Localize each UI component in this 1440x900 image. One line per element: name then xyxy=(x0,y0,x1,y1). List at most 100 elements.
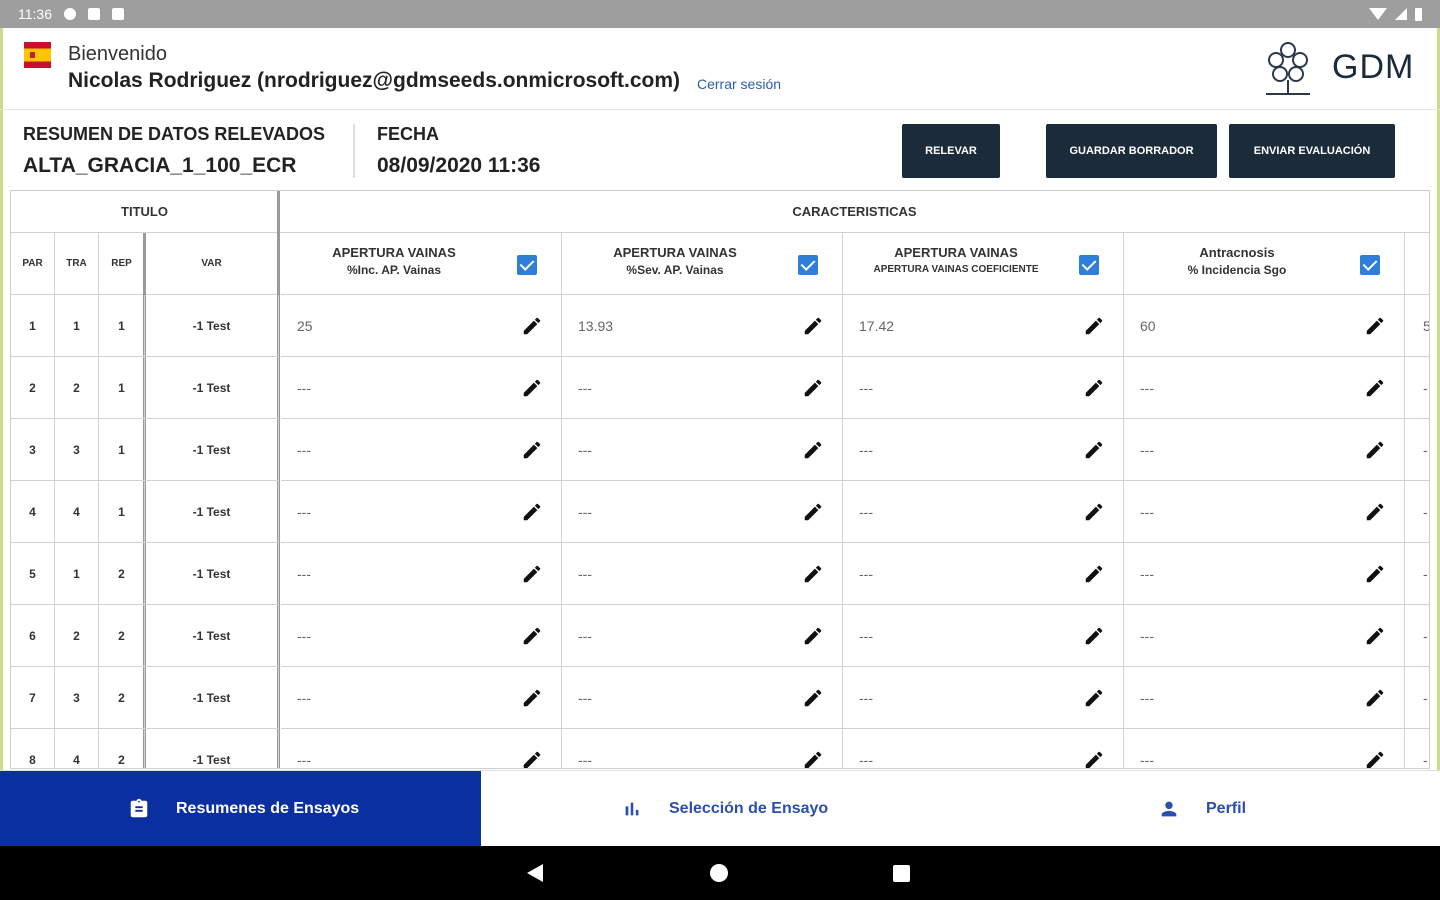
value-cell[interactable]: --- xyxy=(281,481,562,543)
value-cell[interactable]: 60 xyxy=(1124,295,1405,357)
edit-icon[interactable] xyxy=(802,315,824,337)
value-cell[interactable]: --- xyxy=(1124,605,1405,667)
edit-icon[interactable] xyxy=(802,377,824,399)
edit-icon[interactable] xyxy=(521,563,543,585)
edit-icon[interactable] xyxy=(521,625,543,647)
edit-icon[interactable] xyxy=(521,315,543,337)
value-cell[interactable]: --- xyxy=(281,419,562,481)
home-icon[interactable] xyxy=(710,864,728,882)
edit-icon[interactable] xyxy=(1364,687,1386,709)
value-cell-partial[interactable]: - xyxy=(1405,605,1429,667)
edit-icon[interactable] xyxy=(1364,315,1386,337)
value-cell[interactable]: --- xyxy=(562,419,843,481)
edit-icon[interactable] xyxy=(1364,501,1386,523)
value-cell[interactable]: --- xyxy=(562,543,843,605)
nav-seleccion[interactable]: Selección de Ensayo xyxy=(481,771,960,847)
edit-icon[interactable] xyxy=(521,439,543,461)
value-cell[interactable]: --- xyxy=(562,357,843,419)
cell-value: - xyxy=(1423,442,1428,458)
table-cell-rep: 1 xyxy=(99,481,145,543)
value-cell[interactable]: --- xyxy=(843,543,1124,605)
edit-icon[interactable] xyxy=(1364,749,1386,768)
value-cell[interactable]: --- xyxy=(843,667,1124,729)
edit-icon[interactable] xyxy=(1083,377,1105,399)
value-cell[interactable]: --- xyxy=(1124,481,1405,543)
edit-icon[interactable] xyxy=(1364,377,1386,399)
char-checkbox[interactable] xyxy=(1360,255,1380,275)
value-cell-partial[interactable]: 5 xyxy=(1405,295,1429,357)
data-table[interactable]: TITULO CARACTERISTICAS PAR TRA REP VAR A… xyxy=(10,190,1430,769)
value-cell[interactable]: --- xyxy=(843,605,1124,667)
edit-icon[interactable] xyxy=(802,625,824,647)
edit-icon[interactable] xyxy=(1364,625,1386,647)
value-cell[interactable]: --- xyxy=(1124,729,1405,768)
spain-flag-icon[interactable] xyxy=(24,42,51,68)
edit-icon[interactable] xyxy=(802,749,824,768)
edit-icon[interactable] xyxy=(521,687,543,709)
edit-icon[interactable] xyxy=(521,377,543,399)
edit-icon[interactable] xyxy=(1083,439,1105,461)
edit-icon[interactable] xyxy=(1083,625,1105,647)
value-cell[interactable]: 17.42 xyxy=(843,295,1124,357)
value-cell-partial[interactable]: - xyxy=(1405,667,1429,729)
char-header: Antracnosis % Incidencia Sgo xyxy=(1124,233,1405,295)
value-cell[interactable]: --- xyxy=(281,729,562,768)
value-cell[interactable]: --- xyxy=(562,667,843,729)
edit-icon[interactable] xyxy=(802,439,824,461)
value-cell[interactable]: --- xyxy=(843,357,1124,419)
nav-resumenes[interactable]: Resumenes de Ensayos xyxy=(0,771,481,847)
recent-apps-icon[interactable] xyxy=(893,865,910,882)
value-cell[interactable]: --- xyxy=(562,481,843,543)
char-checkbox[interactable] xyxy=(517,255,537,275)
value-cell-partial[interactable]: - xyxy=(1405,729,1429,768)
relevar-button[interactable]: RELEVAR xyxy=(902,124,1000,178)
edit-icon[interactable] xyxy=(521,501,543,523)
col-header-tra: TRA xyxy=(55,233,99,295)
edit-icon[interactable] xyxy=(1083,563,1105,585)
cell-value: --- xyxy=(859,566,873,582)
nav-perfil[interactable]: Perfil xyxy=(960,771,1440,847)
value-cell[interactable]: --- xyxy=(843,481,1124,543)
edit-icon[interactable] xyxy=(1083,315,1105,337)
edit-icon[interactable] xyxy=(802,501,824,523)
status-bar: 11:36 xyxy=(0,0,1440,28)
edit-icon[interactable] xyxy=(1364,563,1386,585)
edit-icon[interactable] xyxy=(802,687,824,709)
value-cell[interactable]: --- xyxy=(281,543,562,605)
person-icon xyxy=(1161,801,1177,817)
value-cell[interactable]: --- xyxy=(1124,543,1405,605)
value-cell[interactable]: --- xyxy=(281,667,562,729)
back-icon[interactable] xyxy=(527,864,543,882)
edit-icon[interactable] xyxy=(1083,501,1105,523)
value-cell-partial[interactable]: - xyxy=(1405,481,1429,543)
edit-icon[interactable] xyxy=(1083,687,1105,709)
edit-icon[interactable] xyxy=(1364,439,1386,461)
value-cell[interactable]: 13.93 xyxy=(562,295,843,357)
value-cell-partial[interactable]: - xyxy=(1405,543,1429,605)
logout-link[interactable]: Cerrar sesión xyxy=(697,76,781,92)
table-cell-par: 2 xyxy=(11,357,55,419)
value-cell[interactable]: 25 xyxy=(281,295,562,357)
table-cell-var: -1 Test xyxy=(145,481,279,543)
value-cell[interactable]: --- xyxy=(843,729,1124,768)
value-cell-partial[interactable]: - xyxy=(1405,419,1429,481)
cell-value: --- xyxy=(1140,628,1154,644)
char-checkbox[interactable] xyxy=(798,255,818,275)
char-checkbox[interactable] xyxy=(1079,255,1099,275)
cell-value: - xyxy=(1423,504,1428,520)
value-cell[interactable]: --- xyxy=(843,419,1124,481)
edit-icon[interactable] xyxy=(521,749,543,768)
send-evaluation-button[interactable]: ENVIAR EVALUACIÓN xyxy=(1229,124,1395,178)
value-cell[interactable]: --- xyxy=(562,605,843,667)
value-cell[interactable]: --- xyxy=(1124,357,1405,419)
value-cell[interactable]: --- xyxy=(1124,667,1405,729)
save-draft-button[interactable]: GUARDAR BORRADOR xyxy=(1046,124,1217,178)
edit-icon[interactable] xyxy=(802,563,824,585)
value-cell[interactable]: --- xyxy=(562,729,843,768)
char-subtitle: %Sev. AP. Vainas xyxy=(626,263,724,277)
value-cell[interactable]: --- xyxy=(1124,419,1405,481)
value-cell[interactable]: --- xyxy=(281,605,562,667)
value-cell[interactable]: --- xyxy=(281,357,562,419)
edit-icon[interactable] xyxy=(1083,749,1105,768)
value-cell-partial[interactable]: - xyxy=(1405,357,1429,419)
